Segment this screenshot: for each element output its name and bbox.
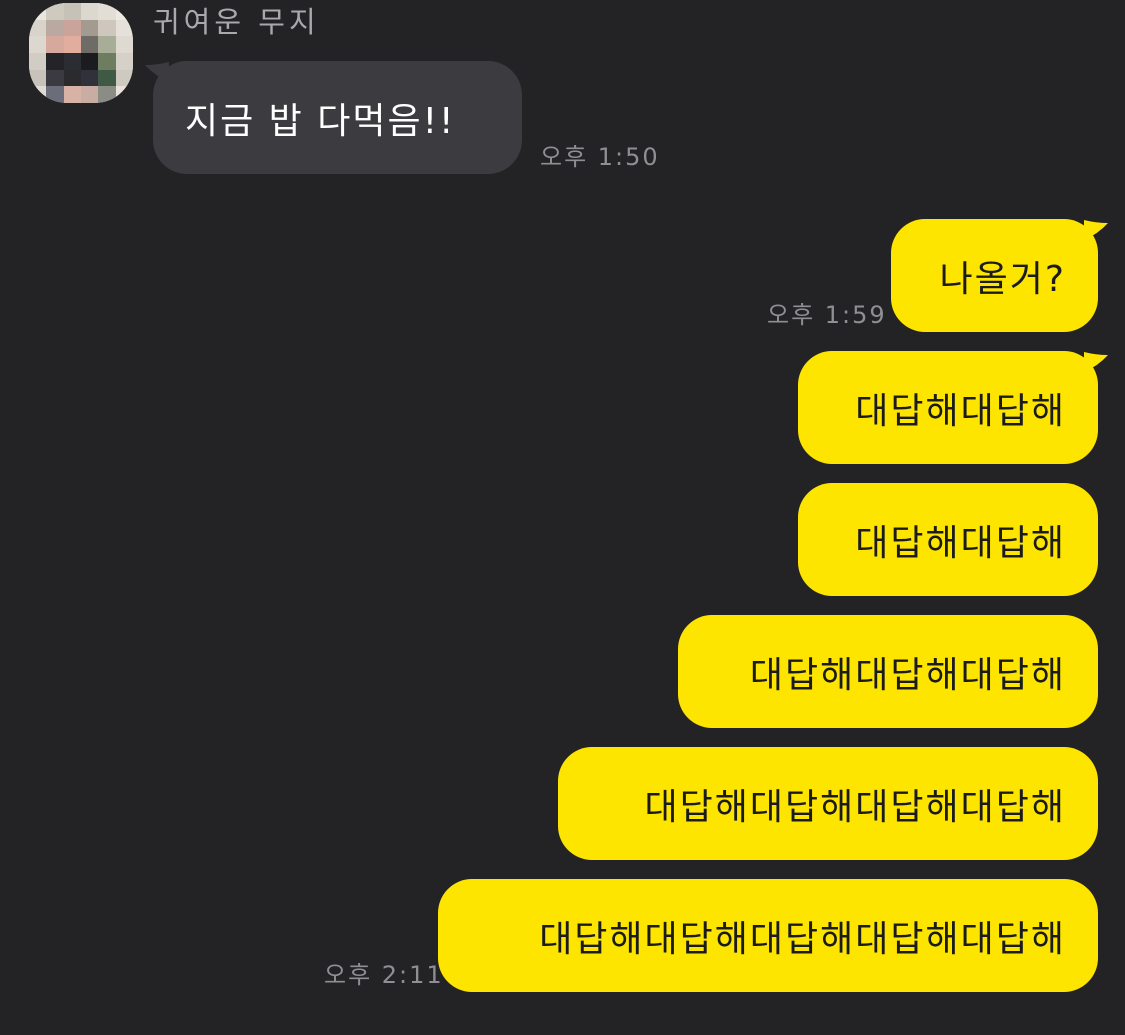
outgoing-message-bubble[interactable]: 대답해대답해 xyxy=(798,483,1098,596)
outgoing-message-text: 나올거? xyxy=(939,258,1066,300)
incoming-bubble-tail xyxy=(145,62,169,82)
incoming-message-bubble[interactable]: 지금 밥 다먹음!! xyxy=(153,61,522,174)
message-time: 오후 1:59 xyxy=(767,301,887,329)
sender-name: 귀여운 무지 xyxy=(153,5,320,39)
message-time: 오후 1:50 xyxy=(540,143,660,171)
outgoing-bubble-tail xyxy=(1084,352,1108,372)
sender-avatar[interactable] xyxy=(29,3,133,103)
outgoing-message-text: 대답해대답해대답해 xyxy=(749,654,1066,696)
outgoing-message-text: 대답해대답해 xyxy=(855,522,1066,564)
outgoing-message-bubble[interactable]: 나올거? xyxy=(891,219,1098,332)
outgoing-message-text: 대답해대답해 xyxy=(855,390,1066,432)
outgoing-message-bubble[interactable]: 대답해대답해대답해대답해 xyxy=(558,747,1098,860)
outgoing-message-bubble[interactable]: 대답해대답해대답해대답해대답해 xyxy=(438,879,1098,992)
outgoing-bubble-tail xyxy=(1084,220,1108,240)
outgoing-message-bubble[interactable]: 대답해대답해대답해 xyxy=(678,615,1098,728)
outgoing-message-bubble[interactable]: 대답해대답해 xyxy=(798,351,1098,464)
incoming-message-text: 지금 밥 다먹음!! xyxy=(185,100,456,142)
outgoing-message-text: 대답해대답해대답해대답해 xyxy=(644,786,1066,828)
outgoing-message-text: 대답해대답해대답해대답해대답해 xyxy=(539,918,1066,960)
message-time: 오후 2:11 xyxy=(324,961,444,989)
